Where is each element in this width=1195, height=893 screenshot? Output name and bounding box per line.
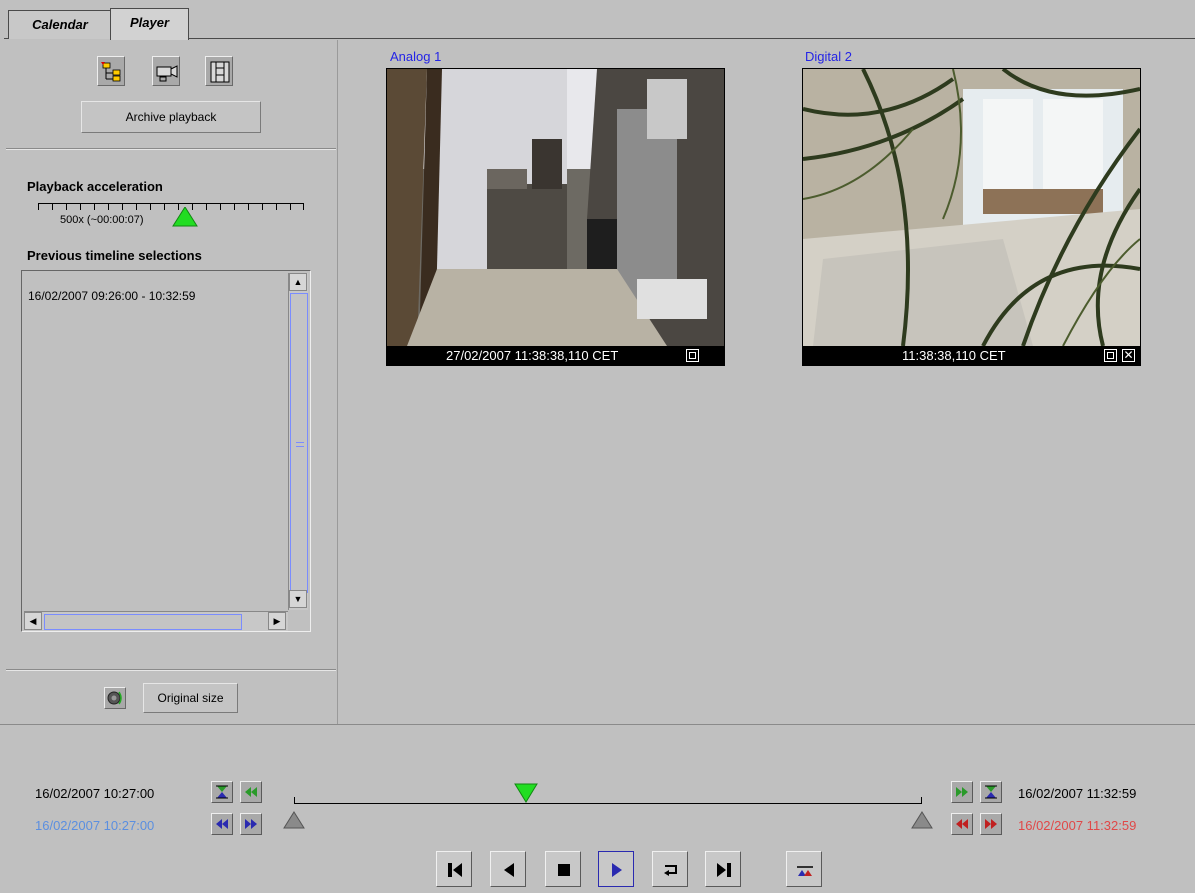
camera-title: Digital 2	[805, 49, 852, 64]
scroll-down-button[interactable]: ▼	[289, 590, 307, 608]
tree-view-button[interactable]	[97, 56, 125, 86]
timeline-start-tick	[294, 797, 295, 804]
maximize-icon[interactable]	[686, 349, 699, 362]
left-panel: Archive playback Playback acceleration 5…	[0, 40, 338, 724]
play-button[interactable]	[598, 851, 634, 887]
archive-playback-button[interactable]: Archive playback	[81, 101, 261, 133]
play-icon	[612, 863, 622, 877]
rewind-icon	[216, 819, 228, 829]
scroll-right-button[interactable]: ▶	[268, 612, 286, 630]
list-item[interactable]: 16/02/2007 09:26:00 - 10:32:59	[28, 289, 195, 303]
loop-icon	[664, 865, 677, 876]
skip-to-start-button[interactable]	[436, 851, 472, 887]
stop-icon	[558, 864, 570, 876]
selection-rewind-button[interactable]	[211, 813, 233, 835]
timeline-range-icon	[797, 866, 813, 876]
video-frame	[803, 69, 1140, 346]
horizontal-scrollbar[interactable]: ◀ ▶	[24, 611, 288, 631]
step-back-icon	[504, 863, 514, 877]
hourglass-icon	[216, 785, 228, 799]
tab-player[interactable]: Player	[110, 8, 189, 40]
hourglass-start-button[interactable]	[211, 781, 233, 803]
scroll-up-button[interactable]: ▲	[289, 273, 307, 291]
skip-to-start-icon	[448, 863, 462, 877]
step-back-button[interactable]	[490, 851, 526, 887]
fast-forward-icon	[245, 819, 257, 829]
selection-end-forward-button[interactable]	[980, 813, 1002, 835]
rewind-icon	[245, 787, 257, 797]
skip-to-end-icon	[717, 863, 731, 877]
timeline-track[interactable]	[295, 803, 922, 804]
video-image	[387, 69, 724, 346]
acceleration-handle[interactable]	[172, 207, 198, 227]
camera-timestamp: 11:38:38,110 CET	[902, 348, 1006, 363]
selection-end-date: 16/02/2007 11:32:59	[1018, 818, 1137, 833]
selection-start-handle[interactable]	[283, 811, 305, 829]
playback-acceleration-label: Playback acceleration	[27, 179, 163, 194]
timeline-range-button[interactable]	[786, 851, 822, 887]
fast-forward-icon	[985, 819, 997, 829]
stop-button[interactable]	[545, 851, 581, 887]
divider	[6, 148, 336, 150]
hourglass-icon	[985, 785, 997, 799]
speaker-icon	[107, 691, 122, 705]
close-icon[interactable]: ✕	[1122, 349, 1135, 362]
rewind-start-button[interactable]	[240, 781, 262, 803]
selection-start-date: 16/02/2007 10:27:00	[35, 818, 155, 833]
camera-view-digital-2[interactable]: 11:38:38,110 CET ✕	[802, 68, 1141, 366]
camera-status-bar: 11:38:38,110 CET ✕	[802, 346, 1141, 366]
camera-status-bar: 27/02/2007 11:38:38,110 CET	[386, 346, 725, 366]
horizontal-scroll-thumb[interactable]	[44, 614, 242, 630]
film-view-button[interactable]	[205, 56, 233, 86]
camera-timestamp: 27/02/2007 11:38:38,110 CET	[446, 348, 619, 363]
fast-forward-icon	[956, 787, 968, 797]
forward-end-button[interactable]	[951, 781, 973, 803]
tab-bar: Calendar Player	[0, 0, 1195, 40]
previous-selections-list[interactable]: 16/02/2007 09:26:00 - 10:32:59 ▲ ▼ ◀ ▶	[21, 270, 311, 632]
tree-icon	[101, 62, 121, 82]
selection-end-rewind-button[interactable]	[951, 813, 973, 835]
film-strip-icon	[210, 61, 230, 83]
scroll-left-button[interactable]: ◀	[24, 612, 42, 630]
skip-to-end-button[interactable]	[705, 851, 741, 887]
previous-timeline-selections-label: Previous timeline selections	[27, 248, 202, 263]
video-image	[803, 69, 1140, 346]
rewind-icon	[956, 819, 968, 829]
loop-button[interactable]	[652, 851, 688, 887]
hourglass-end-button[interactable]	[980, 781, 1002, 803]
video-frame	[387, 69, 724, 346]
audio-button[interactable]	[104, 687, 126, 709]
original-size-button[interactable]: Original size	[143, 683, 238, 713]
camera-view-analog-1[interactable]: 27/02/2007 11:38:38,110 CET	[386, 68, 725, 366]
timeline-start-date: 16/02/2007 10:27:00	[35, 786, 155, 801]
acceleration-slider[interactable]	[38, 203, 304, 211]
maximize-icon[interactable]	[1104, 349, 1117, 362]
timeline-end-date: 16/02/2007 11:32:59	[1018, 786, 1137, 801]
camera-title: Analog 1	[390, 49, 442, 64]
selection-forward-button[interactable]	[240, 813, 262, 835]
camera-icon	[156, 65, 178, 82]
acceleration-value: 500x (~00:00:07)	[60, 214, 144, 226]
timeline-end-tick	[921, 797, 922, 804]
camera-view-button[interactable]	[152, 56, 180, 86]
selection-end-handle[interactable]	[911, 811, 933, 829]
tab-calendar[interactable]: Calendar	[8, 10, 112, 39]
vertical-scrollbar[interactable]: ▲ ▼	[288, 273, 308, 610]
tab-calendar-label: Calendar	[32, 17, 88, 32]
divider	[6, 669, 336, 671]
timeline-cursor[interactable]	[514, 783, 538, 803]
vertical-scroll-thumb[interactable]	[290, 293, 308, 593]
tab-player-label: Player	[129, 15, 170, 30]
